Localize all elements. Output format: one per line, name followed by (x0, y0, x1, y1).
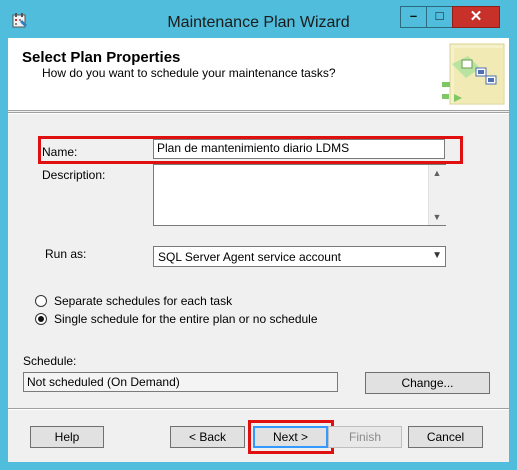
wizard-header: Select Plan Properties How do you want t… (8, 38, 509, 111)
wizard-client-area: Select Plan Properties How do you want t… (8, 38, 509, 462)
back-button[interactable]: < Back (170, 426, 245, 448)
run-as-value: SQL Server Agent service account (158, 250, 341, 264)
footer-separator (8, 408, 509, 410)
header-separator (8, 112, 509, 114)
page-subtitle: How do you want to schedule your mainten… (42, 66, 336, 80)
description-scrollbar[interactable]: ▲ ▼ (428, 165, 446, 225)
maximize-icon: □ (435, 8, 444, 23)
wizard-banner-icon (442, 43, 505, 105)
scroll-up-icon[interactable]: ▲ (429, 165, 445, 181)
description-label: Description: (42, 168, 106, 182)
cancel-button[interactable]: Cancel (408, 426, 483, 448)
chevron-down-icon: ▼ (432, 250, 442, 261)
single-schedule-radio[interactable] (35, 313, 47, 325)
page-title: Select Plan Properties (22, 49, 181, 66)
finish-button[interactable]: Finish (328, 426, 402, 448)
help-button[interactable]: Help (30, 426, 104, 448)
separate-schedules-radio[interactable] (35, 295, 47, 307)
wizard-window: Maintenance Plan Wizard – □ ✕ Select Pla… (0, 0, 517, 470)
close-icon: ✕ (469, 8, 483, 25)
maximize-button[interactable]: □ (426, 6, 453, 28)
description-field[interactable] (153, 164, 446, 226)
close-button[interactable]: ✕ (452, 6, 500, 28)
next-highlight-box (248, 420, 334, 454)
schedule-label: Schedule: (23, 354, 77, 368)
single-schedule-label[interactable]: Single schedule for the entire plan or n… (54, 312, 318, 326)
change-schedule-button[interactable]: Change... (365, 372, 490, 394)
run-as-label: Run as: (45, 247, 87, 261)
run-as-select[interactable]: SQL Server Agent service account ▼ (153, 246, 446, 267)
minimize-icon: – (409, 8, 418, 23)
schedule-field: Not scheduled (On Demand) (23, 372, 338, 392)
minimize-button[interactable]: – (400, 6, 427, 28)
title-bar[interactable]: Maintenance Plan Wizard – □ ✕ (0, 0, 517, 38)
scroll-down-icon[interactable]: ▼ (429, 209, 445, 225)
separate-schedules-label[interactable]: Separate schedules for each task (54, 294, 232, 308)
name-highlight-box (38, 136, 463, 164)
